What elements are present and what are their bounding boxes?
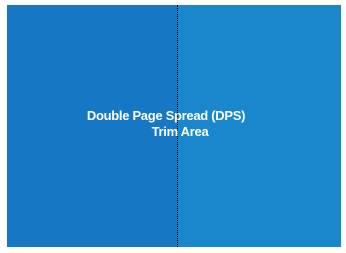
dps-label: Double Page Spread (DPS) Trim Area bbox=[86, 108, 246, 140]
trim-area-label: Trim Area bbox=[151, 124, 209, 139]
dps-title: Double Page Spread (DPS) bbox=[86, 108, 246, 123]
